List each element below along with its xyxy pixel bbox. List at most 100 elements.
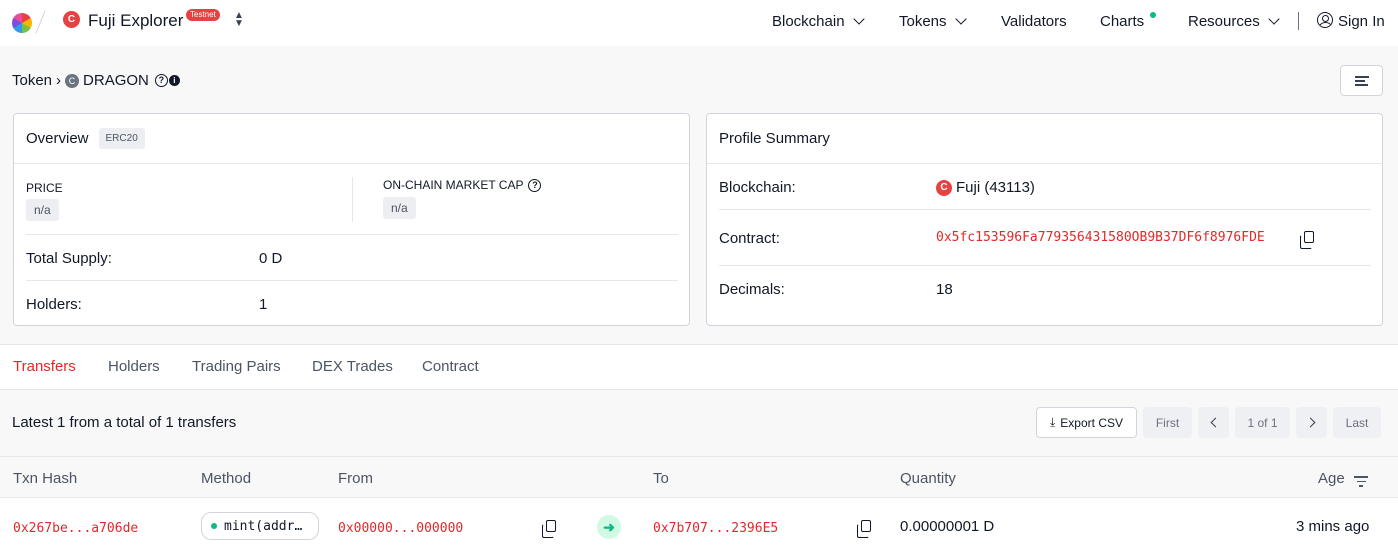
age-value: 3 mins ago — [1296, 518, 1370, 535]
prev-page-button[interactable] — [1198, 407, 1229, 438]
nav-blockchain[interactable]: Blockchain — [772, 13, 865, 30]
network-name[interactable]: Fuji Explorer — [88, 11, 183, 31]
divider — [26, 280, 678, 281]
avalanche-logo-icon: C — [936, 180, 952, 196]
token-standard-badge: ERC20 — [98, 128, 145, 149]
overview-header: Overview ERC20 — [14, 114, 689, 164]
contract-label: Contract: — [719, 230, 780, 247]
export-csv-label: Export CSV — [1060, 415, 1123, 430]
tab-holders[interactable]: Holders — [108, 358, 160, 375]
user-icon[interactable] — [1317, 12, 1333, 28]
tab-trading-pairs[interactable]: Trading Pairs — [192, 358, 281, 375]
chevron-right-icon — [1305, 417, 1315, 428]
question-icon[interactable]: ? — [154, 74, 168, 87]
transfers-table-header: Txn Hash Method From To Quantity Age — [0, 456, 1398, 498]
col-quantity: Quantity — [900, 470, 956, 487]
new-indicator-dot — [1150, 12, 1156, 18]
chevron-down-icon — [954, 13, 967, 25]
nav-divider — [35, 10, 46, 34]
profile-header: Profile Summary — [707, 114, 1382, 164]
token-logo-icon: C — [65, 73, 80, 88]
from-address-link[interactable]: 0x00000...000000 — [338, 521, 463, 536]
nav-label: Resources — [1188, 13, 1260, 30]
total-supply-value: 0 D — [259, 250, 283, 267]
network-switch-icon[interactable]: ▲ ▼ — [234, 11, 244, 29]
nav-validators[interactable]: Validators — [1001, 13, 1067, 30]
divider — [719, 265, 1371, 266]
profile-summary-card: Profile Summary Blockchain: C Fuji (4311… — [706, 113, 1383, 326]
column-divider — [352, 177, 353, 222]
filter-icon — [1355, 76, 1369, 78]
sign-in-link[interactable]: Sign In — [1338, 13, 1385, 30]
filter-icon-line — [1355, 84, 1368, 86]
nav-resources[interactable]: Resources — [1188, 13, 1280, 30]
overview-card: Overview ERC20 PRICE n/a ON-CHAIN MARKET… — [13, 113, 690, 326]
col-method: Method — [201, 470, 252, 487]
copy-icon[interactable] — [542, 520, 556, 538]
holders-label: Holders: — [26, 296, 82, 313]
sign-in-label: Sign In — [1338, 13, 1385, 30]
holders-value[interactable]: 1 — [259, 296, 267, 313]
breadcrumb: Token › C DRAGON ? i — [12, 72, 180, 89]
price-value: n/a — [26, 199, 59, 221]
avalanche-logo-icon: C — [63, 11, 80, 28]
method-badge[interactable]: mint(addr… — [201, 512, 319, 540]
divider — [26, 234, 678, 235]
token-tabs: Transfers Holders Trading Pairs DEX Trad… — [0, 344, 1398, 390]
chevron-down-icon — [852, 13, 865, 25]
filter-button[interactable] — [1340, 65, 1383, 96]
tab-transfers[interactable]: Transfers — [13, 358, 76, 375]
overview-title: Overview — [26, 130, 89, 147]
breadcrumb-separator: › — [56, 72, 62, 89]
first-page-button[interactable]: First — [1143, 407, 1192, 438]
testnet-badge: Testnet — [186, 9, 220, 21]
site-logo-icon[interactable] — [12, 13, 32, 33]
nav-label: Tokens — [899, 13, 947, 30]
divider — [719, 209, 1371, 210]
nav-label: Blockchain — [772, 13, 845, 30]
nav-charts[interactable]: Charts — [1100, 13, 1144, 30]
last-page-button[interactable]: Last — [1333, 407, 1381, 438]
price-label: PRICE — [26, 181, 63, 195]
nav-label: Charts — [1100, 13, 1145, 30]
col-age[interactable]: Age — [1318, 470, 1345, 487]
quantity-value: 0.00000001 D — [900, 518, 995, 535]
export-csv-button[interactable]: ⤓ Export CSV — [1036, 407, 1137, 438]
total-supply-label: Total Supply: — [26, 250, 112, 267]
question-icon[interactable]: ? — [528, 178, 542, 192]
market-cap-label: ON-CHAIN MARKET CAP — [383, 178, 524, 192]
table-row: 0x267be...a706de mint(addr… 0x00000...00… — [0, 498, 1398, 546]
blockchain-label: Blockchain: — [719, 179, 796, 196]
breadcrumb-parent[interactable]: Token — [12, 72, 52, 89]
chevron-down-icon — [1268, 13, 1280, 25]
market-cap-label-row: ON-CHAIN MARKET CAP ? — [383, 178, 542, 192]
page-indicator: 1 of 1 — [1235, 407, 1290, 438]
tab-dex-trades[interactable]: DEX Trades — [312, 358, 393, 375]
copy-icon[interactable] — [1300, 231, 1314, 249]
decimals-value: 18 — [936, 281, 953, 298]
nav-separator — [1298, 12, 1299, 30]
col-from: From — [338, 470, 373, 487]
chevron-left-icon — [1210, 417, 1220, 428]
blockchain-value[interactable]: Fuji (43113) — [956, 179, 1035, 196]
download-icon: ⤓ — [1049, 415, 1056, 429]
txn-hash-link[interactable]: 0x267be...a706de — [13, 521, 138, 536]
tab-contract[interactable]: Contract — [422, 358, 479, 375]
market-cap-value: n/a — [383, 197, 416, 219]
next-page-button[interactable] — [1296, 407, 1327, 438]
col-to: To — [653, 470, 669, 487]
contract-address-link[interactable]: 0x5fc153596Fa779356431580OB9B37DF6f8976F… — [936, 230, 1265, 245]
nav-tokens[interactable]: Tokens — [899, 13, 967, 30]
decimals-label: Decimals: — [719, 281, 785, 298]
info-icon[interactable]: i — [168, 75, 180, 86]
col-txn-hash: Txn Hash — [13, 470, 78, 487]
nav-label: Validators — [1001, 13, 1067, 30]
arrow-right-icon: ➜ — [597, 515, 621, 539]
copy-icon[interactable] — [857, 520, 871, 538]
profile-title: Profile Summary — [719, 130, 830, 147]
to-address-link[interactable]: 0x7b707...2396E5 — [653, 521, 778, 536]
top-nav: C Fuji Explorer Testnet ▲ ▼ Blockchain To… — [0, 0, 1398, 46]
token-name: DRAGON — [83, 72, 149, 89]
transfers-summary: Latest 1 from a total of 1 transfers — [12, 414, 237, 431]
sort-icon[interactable] — [1354, 476, 1368, 490]
